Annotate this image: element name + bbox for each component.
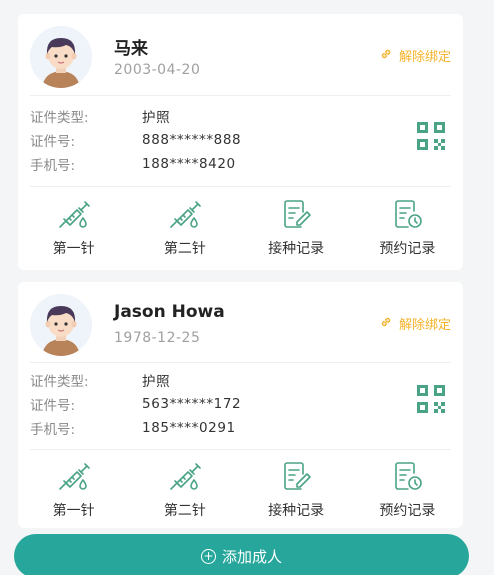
vaccination-record-button[interactable]: 接种记录 (241, 460, 352, 520)
link-icon (379, 47, 399, 65)
action-label: 预约记录 (379, 241, 436, 257)
document-edit-icon (279, 460, 313, 492)
first-dose-button[interactable]: 第一针 (18, 460, 129, 520)
calendar-clock-icon (390, 198, 424, 230)
unbind-button[interactable]: 解除绑定 (379, 314, 451, 333)
divider (30, 95, 451, 96)
info-row-phone: 手机号: 188****8420 (30, 152, 360, 176)
divider (30, 362, 451, 363)
info-row-id-number: 证件号: 563******172 (30, 392, 360, 416)
add-adult-label: 添加成人 (221, 547, 282, 566)
info-key: 证件类型: (30, 110, 89, 126)
unbind-button[interactable]: 解除绑定 (379, 46, 451, 65)
person-birthdate: 2003-04-20 (114, 62, 201, 78)
info-value: 563******172 (142, 396, 242, 412)
info-key: 证件号: (30, 134, 76, 150)
add-adult-button[interactable]: + 添加成人 (14, 534, 469, 575)
person-header: 马来 2003-04-20 解除绑定 (18, 14, 463, 94)
person-card: 马来 2003-04-20 解除绑定 证件类型: 护照 证件号: 888****… (18, 14, 463, 270)
id-info: 证件类型: 护照 证件号: 888******888 手机号: 188****8… (30, 104, 360, 176)
action-bar: 第一针 第二针 接种记录 预约记录 (18, 460, 463, 520)
action-label: 第二针 (163, 241, 206, 257)
syringe-icon (57, 460, 91, 492)
person-card: Jason Howa 1978-12-25 解除绑定 证件类型: 护照 证件号:… (18, 282, 463, 528)
syringe-icon (168, 460, 202, 492)
action-label: 接种记录 (268, 241, 325, 257)
calendar-clock-icon (390, 460, 424, 492)
info-value: 护照 (142, 110, 171, 126)
info-key: 手机号: (30, 422, 76, 438)
info-value: 185****0291 (142, 420, 236, 436)
plus-circle-icon: + (200, 548, 216, 564)
avatar (30, 294, 92, 356)
unbind-label: 解除绑定 (398, 50, 451, 65)
info-row-id-number: 证件号: 888******888 (30, 128, 360, 152)
avatar (30, 26, 92, 88)
divider (30, 449, 451, 450)
action-label: 预约记录 (379, 503, 436, 519)
person-birthdate: 1978-12-25 (114, 330, 201, 346)
action-label: 第一针 (52, 241, 95, 257)
second-dose-button[interactable]: 第二针 (129, 460, 240, 520)
info-key: 证件类型: (30, 374, 89, 390)
unbind-label: 解除绑定 (398, 318, 451, 333)
info-key: 证件号: (30, 398, 76, 414)
info-value: 188****8420 (142, 156, 236, 172)
action-bar: 第一针 第二针 接种记录 预约记录 (18, 198, 463, 258)
qr-code-icon[interactable] (417, 122, 445, 150)
info-key: 手机号: (30, 158, 76, 174)
person-name: 马来 (114, 39, 148, 59)
action-label: 第一针 (52, 503, 95, 519)
info-value: 护照 (142, 374, 171, 390)
appointment-record-button[interactable]: 预约记录 (352, 198, 463, 258)
second-dose-button[interactable]: 第二针 (129, 198, 240, 258)
info-row-phone: 手机号: 185****0291 (30, 416, 360, 440)
first-dose-button[interactable]: 第一针 (18, 198, 129, 258)
action-label: 第二针 (163, 503, 206, 519)
info-row-id-type: 证件类型: 护照 (30, 104, 360, 128)
syringe-icon (57, 198, 91, 230)
link-icon (379, 315, 399, 333)
person-header: Jason Howa 1978-12-25 解除绑定 (18, 282, 463, 362)
id-info: 证件类型: 护照 证件号: 563******172 手机号: 185****0… (30, 368, 360, 440)
appointment-record-button[interactable]: 预约记录 (352, 460, 463, 520)
syringe-icon (168, 198, 202, 230)
info-row-id-type: 证件类型: 护照 (30, 368, 360, 392)
qr-code-icon[interactable] (417, 385, 445, 413)
document-edit-icon (279, 198, 313, 230)
person-name: Jason Howa (114, 302, 225, 322)
vaccination-record-button[interactable]: 接种记录 (241, 198, 352, 258)
action-label: 接种记录 (268, 503, 325, 519)
divider (30, 186, 451, 187)
info-value: 888******888 (142, 132, 242, 148)
